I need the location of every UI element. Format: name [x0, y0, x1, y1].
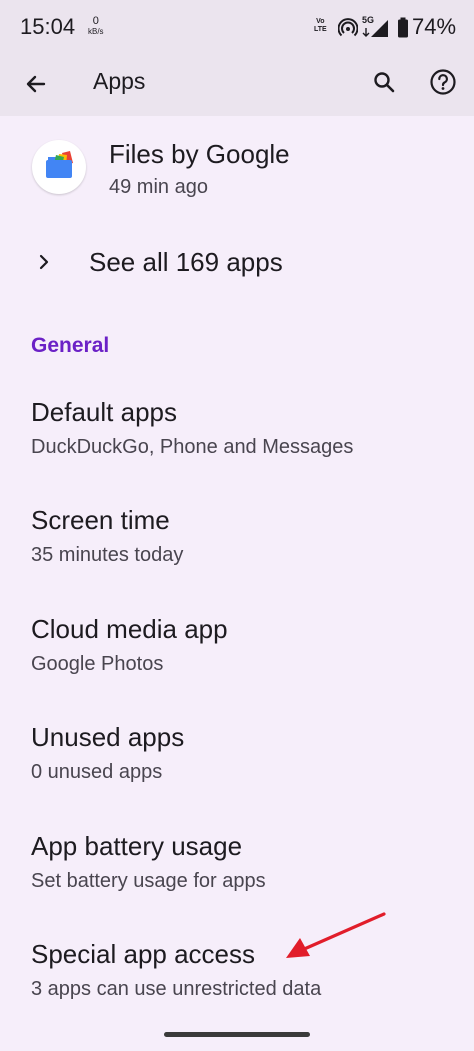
files-app-icon	[46, 151, 73, 178]
battery-icon	[398, 17, 408, 38]
annotation-arrow-icon	[286, 912, 386, 958]
setting-title: Special app access	[31, 939, 256, 969]
setting-title: Unused apps	[31, 722, 185, 752]
setting-subtitle: Set battery usage for apps	[31, 870, 266, 892]
setting-default-apps[interactable]: Default apps DuckDuckGo, Phone and Messa…	[0, 383, 474, 487]
see-all-apps-label: See all 169 apps	[89, 247, 283, 277]
search-icon	[374, 72, 395, 93]
recent-app-name: Files by Google	[109, 139, 290, 169]
network-speed-value: 0	[92, 15, 99, 27]
chevron-right-icon	[39, 254, 49, 270]
setting-title: Screen time	[31, 505, 170, 535]
setting-subtitle: 0 unused apps	[31, 761, 163, 783]
signal-icon	[362, 20, 388, 37]
setting-subtitle: 35 minutes today	[31, 544, 184, 566]
volte-indicator: Vo LTE	[314, 18, 327, 34]
status-bar: 15:04 0 kB/s Vo LTE 5G 74%	[0, 0, 474, 58]
setting-special-app-access[interactable]: Special app access 3 apps can use unrest…	[0, 925, 474, 1029]
setting-title: Cloud media app	[31, 614, 228, 644]
search-button[interactable]	[362, 60, 406, 104]
volte-bottom-label: LTE	[314, 26, 327, 33]
network-speed-unit: kB/s	[88, 27, 104, 36]
network-speed: 0 kB/s	[88, 15, 104, 37]
volte-top-label: Vo	[316, 18, 325, 25]
setting-screen-time[interactable]: Screen time 35 minutes today	[0, 491, 474, 595]
status-time: 15:04	[20, 14, 76, 39]
setting-unused-apps[interactable]: Unused apps 0 unused apps	[0, 708, 474, 812]
setting-subtitle: 3 apps can use unrestricted data	[31, 978, 322, 1000]
app-bar: Apps	[0, 58, 474, 116]
hotspot-icon	[338, 18, 358, 37]
section-header-general: General	[31, 334, 110, 357]
setting-title: App battery usage	[31, 831, 243, 861]
battery-percent: 74%	[412, 14, 457, 39]
files-by-google-icon	[32, 140, 86, 194]
help-icon	[430, 69, 456, 95]
setting-cloud-media-app[interactable]: Cloud media app Google Photos	[0, 600, 474, 704]
setting-subtitle: DuckDuckGo, Phone and Messages	[31, 436, 354, 458]
setting-title: Default apps	[31, 397, 177, 427]
arrow-back-icon	[26, 75, 46, 93]
recent-app-time: 49 min ago	[109, 176, 208, 198]
setting-subtitle: Google Photos	[31, 653, 164, 675]
page-title: Apps	[93, 68, 146, 94]
gesture-navigation-bar[interactable]	[164, 1032, 310, 1037]
help-button[interactable]	[421, 60, 465, 104]
back-button[interactable]	[14, 62, 58, 106]
setting-app-battery-usage[interactable]: App battery usage Set battery usage for …	[0, 817, 474, 921]
